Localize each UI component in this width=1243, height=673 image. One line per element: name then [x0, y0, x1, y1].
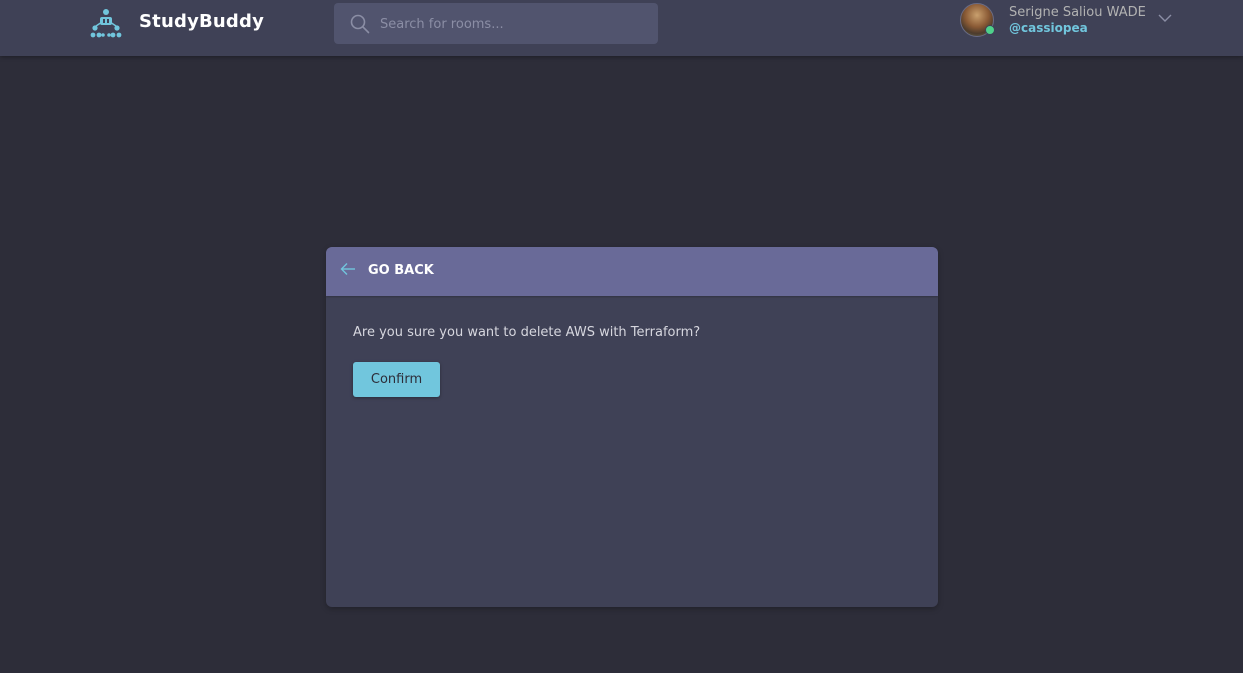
delete-confirm-dialog: GO BACK Are you sure you want to delete …	[326, 247, 938, 607]
team-network-icon	[90, 9, 122, 38]
chevron-down-icon[interactable]	[1157, 10, 1173, 26]
brand-name[interactable]: StudyBuddy	[139, 11, 264, 32]
user-menu[interactable]: Serigne Saliou WADE @cassiopea	[960, 2, 1175, 38]
top-header: StudyBuddy Serigne Saliou WADE @cassiope…	[0, 0, 1243, 56]
search-bar[interactable]	[334, 3, 658, 46]
confirm-button[interactable]: Confirm	[353, 362, 440, 397]
user-handle: @cassiopea	[1009, 21, 1088, 35]
dialog-header: GO BACK	[326, 247, 938, 296]
search-input[interactable]	[378, 3, 652, 46]
logo[interactable]	[90, 8, 122, 38]
user-name: Serigne Saliou WADE	[1009, 5, 1146, 20]
online-status-dot	[985, 25, 995, 35]
go-back-link[interactable]: GO BACK	[368, 263, 434, 278]
avatar[interactable]	[960, 3, 995, 37]
arrow-left-icon[interactable]	[340, 262, 356, 276]
delete-confirm-message: Are you sure you want to delete AWS with…	[353, 325, 701, 340]
search-icon	[350, 14, 370, 34]
